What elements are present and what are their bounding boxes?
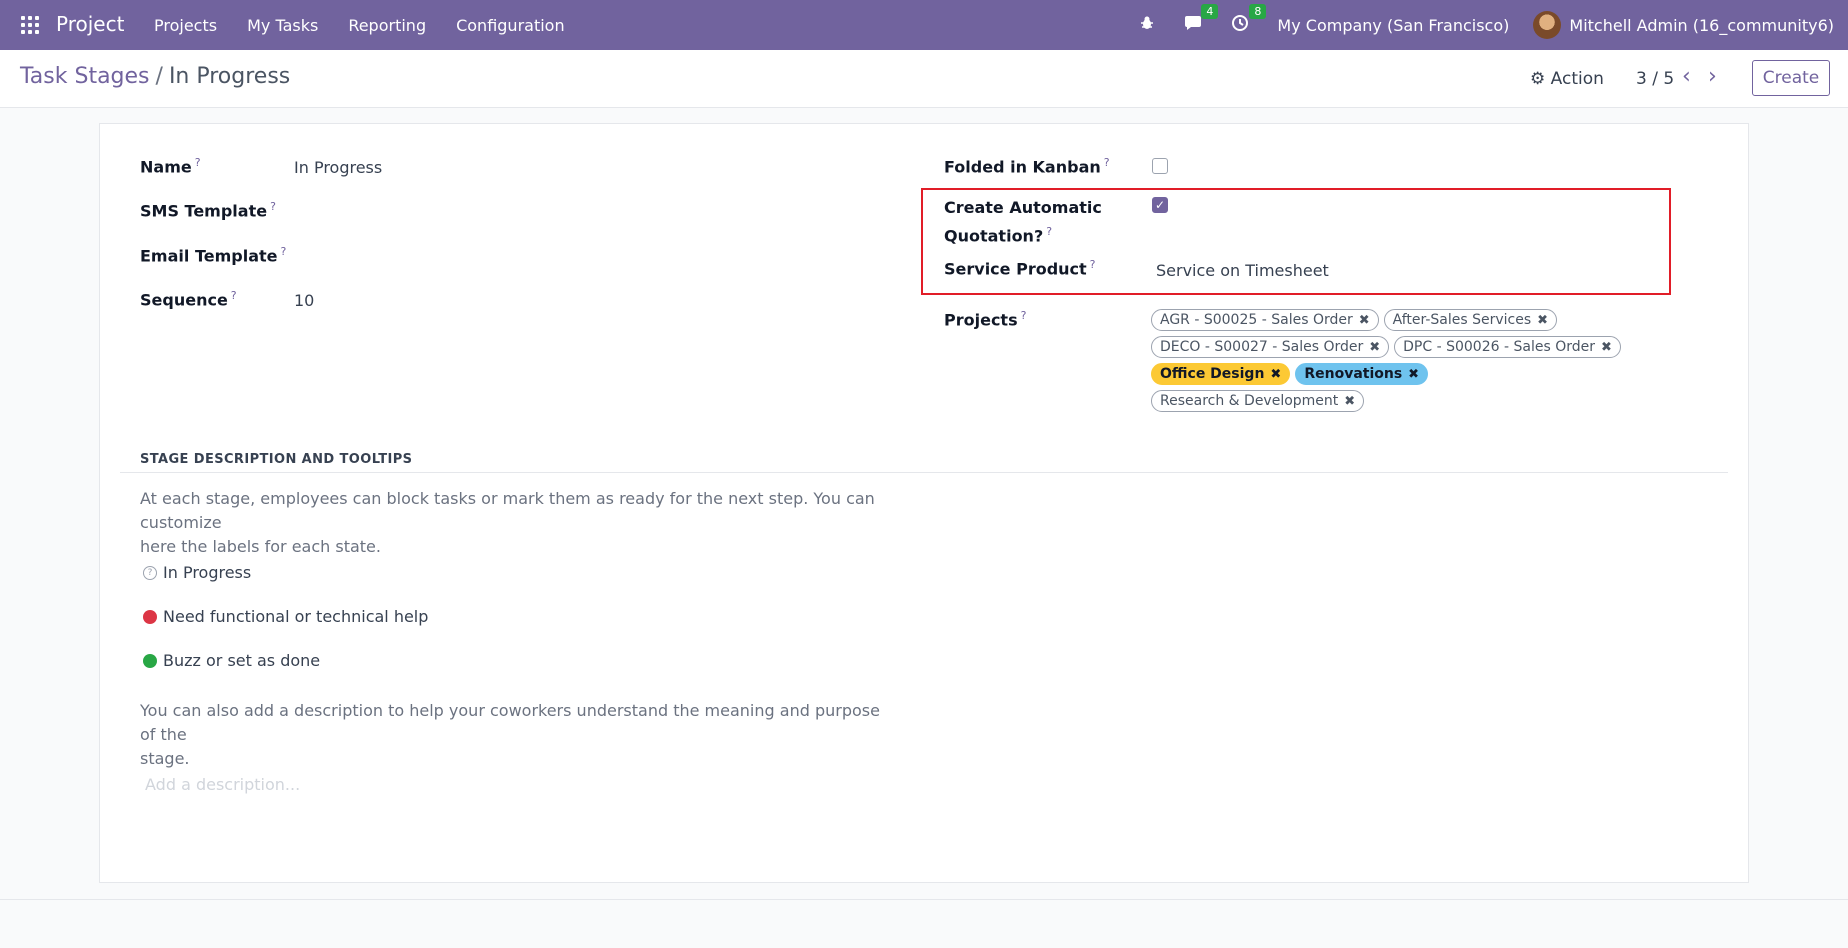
help-icon[interactable]: ? <box>1046 225 1052 238</box>
state-normal-label[interactable]: In Progress <box>163 563 251 582</box>
description-field[interactable]: Add a description... <box>145 775 300 794</box>
sms-template-label: SMS Template? <box>140 200 276 221</box>
sms-template-field[interactable] <box>294 200 854 222</box>
breadcrumb: Task Stages / In Progress <box>20 64 290 89</box>
sequence-field[interactable]: 10 <box>294 291 314 310</box>
menu-projects[interactable]: Projects <box>154 16 217 35</box>
breadcrumb-task-stages[interactable]: Task Stages <box>20 64 150 89</box>
email-template-field[interactable] <box>294 245 854 267</box>
project-tag[interactable]: AGR - S00025 - Sales Order ✖ <box>1151 309 1379 331</box>
user-avatar[interactable] <box>1533 11 1562 39</box>
gear-icon: ⚙ <box>1530 69 1546 89</box>
checkmark-icon: ✓ <box>1154 198 1166 212</box>
remove-tag-icon[interactable]: ✖ <box>1369 340 1380 355</box>
project-tag[interactable]: DECO - S00027 - Sales Order ✖ <box>1151 336 1390 358</box>
status-done-icon[interactable] <box>143 653 157 668</box>
section-title: STAGE DESCRIPTION AND TOOLTIPS <box>140 452 413 467</box>
name-label: Name? <box>140 156 201 177</box>
folded-kanban-label: Folded in Kanban? <box>944 156 1110 177</box>
clock-icon <box>1232 15 1249 31</box>
projects-tags: AGR - S00025 - Sales Order ✖ After-Sales … <box>1151 309 1631 412</box>
project-tag[interactable]: DPC - S00026 - Sales Order ✖ <box>1394 336 1621 358</box>
menu-reporting[interactable]: Reporting <box>348 16 426 35</box>
status-blocked-icon[interactable] <box>143 609 157 624</box>
help-icon[interactable]: ? <box>195 156 201 169</box>
help-icon[interactable]: ? <box>1090 258 1096 271</box>
menu-my-tasks[interactable]: My Tasks <box>247 16 318 35</box>
pager-value[interactable]: 3 / 5 <box>1636 69 1674 89</box>
chat-bubble-icon <box>1185 16 1202 30</box>
projects-label: Projects? <box>944 309 1027 330</box>
service-product-field[interactable]: Service on Timesheet <box>1156 261 1329 280</box>
section-footer-text: You can also add a description to help y… <box>140 701 880 768</box>
help-icon[interactable]: ? <box>231 289 237 302</box>
name-field[interactable]: In Progress <box>294 158 382 177</box>
systray: 4 8 My Company (San Francisco) Mitchell … <box>1139 0 1848 50</box>
project-tag[interactable]: Research & Development ✖ <box>1151 390 1365 412</box>
remove-tag-icon[interactable]: ✖ <box>1270 367 1281 382</box>
state-done-label[interactable]: Buzz or set as done <box>163 651 320 670</box>
state-done: Buzz or set as done <box>143 651 320 670</box>
company-switcher[interactable]: My Company (San Francisco) <box>1277 16 1509 35</box>
chevron-right-icon[interactable]: › <box>1708 64 1717 89</box>
activities-button[interactable]: 8 <box>1231 4 1267 36</box>
breadcrumb-current: In Progress <box>168 64 291 89</box>
messages-count-badge: 4 <box>1201 4 1219 19</box>
service-product-label: Service Product? <box>944 258 1096 279</box>
apps-menu-icon[interactable] <box>21 16 39 34</box>
project-tag[interactable]: Office Design ✖ <box>1151 363 1291 385</box>
remove-tag-icon[interactable]: ✖ <box>1601 340 1612 355</box>
help-icon[interactable]: ? <box>270 200 276 213</box>
email-template-label: Email Template? <box>140 245 287 266</box>
project-tag[interactable]: Renovations ✖ <box>1295 363 1429 385</box>
state-blocked: Need functional or technical help <box>143 607 428 626</box>
action-label: Action <box>1550 69 1604 89</box>
help-icon[interactable]: ? <box>1104 156 1110 169</box>
status-normal-icon[interactable]: ? <box>143 565 157 580</box>
folded-kanban-checkbox[interactable] <box>1152 158 1168 174</box>
project-tag[interactable]: After-Sales Services ✖ <box>1383 309 1558 331</box>
app-title[interactable]: Project <box>56 12 124 36</box>
debug-bug-icon[interactable] <box>1139 15 1155 35</box>
chevron-left-icon[interactable]: ‹ <box>1682 64 1691 89</box>
remove-tag-icon[interactable]: ✖ <box>1537 313 1548 328</box>
menu-configuration[interactable]: Configuration <box>456 16 565 35</box>
action-button[interactable]: ⚙ Action <box>1530 69 1604 89</box>
control-panel: Task Stages / In Progress ⚙ Action 3 / 5 ‹… <box>0 50 1848 108</box>
section-intro: At each stage, employees can block tasks… <box>140 489 875 556</box>
activities-count-badge: 8 <box>1249 4 1267 19</box>
messages-button[interactable]: 4 <box>1183 4 1219 36</box>
state-blocked-label[interactable]: Need functional or technical help <box>163 607 428 626</box>
remove-tag-icon[interactable]: ✖ <box>1408 367 1419 382</box>
create-automatic-quotation-checkbox[interactable]: ✓ <box>1152 197 1168 213</box>
state-normal: ? In Progress <box>143 563 251 582</box>
remove-tag-icon[interactable]: ✖ <box>1359 313 1370 328</box>
sequence-label: Sequence? <box>140 289 237 310</box>
top-navbar: Project Projects My Tasks Reporting Conf… <box>0 0 1848 50</box>
help-icon[interactable]: ? <box>280 245 286 258</box>
help-icon[interactable]: ? <box>1021 309 1027 322</box>
section-divider <box>120 472 1728 473</box>
main-menu: Projects My Tasks Reporting Configuratio… <box>154 16 565 35</box>
user-menu[interactable]: Mitchell Admin (16_community6) <box>1569 16 1834 35</box>
create-button[interactable]: Create <box>1752 60 1830 96</box>
remove-tag-icon[interactable]: ✖ <box>1344 394 1355 409</box>
breadcrumb-separator: / <box>155 64 163 89</box>
bottom-divider <box>0 899 1848 900</box>
create-automatic-quotation-label: Create Automatic Quotation?? <box>944 198 1102 246</box>
